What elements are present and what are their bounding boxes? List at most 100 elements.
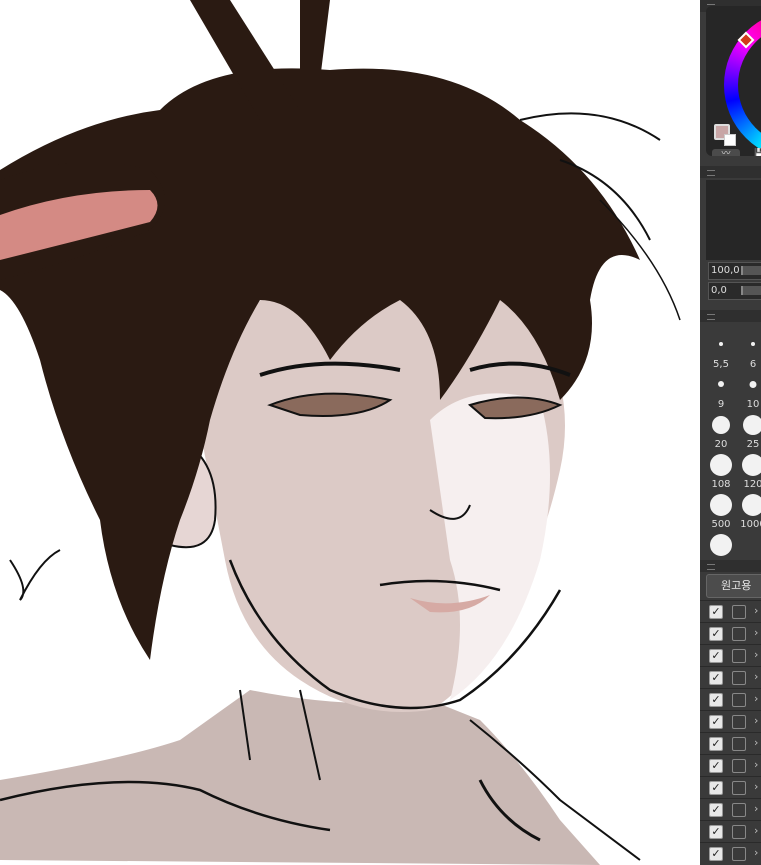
layer-row[interactable]: ✓ › <box>700 644 761 667</box>
layer-expand-icon[interactable]: › <box>754 714 758 727</box>
opacity-value[interactable]: 100,0 <box>711 263 740 279</box>
layer-expand-icon[interactable]: › <box>754 604 758 617</box>
brush-size-label: 1000 <box>740 519 761 530</box>
layer-lock-checkbox[interactable] <box>732 803 746 817</box>
layer-visibility-checkbox[interactable]: ✓ <box>709 803 723 817</box>
layer-lock-checkbox[interactable] <box>732 605 746 619</box>
layer-row[interactable]: ✓ › <box>700 666 761 689</box>
opacity-slider[interactable]: 100,0 <box>708 262 761 280</box>
brush-size-option[interactable] <box>706 530 736 556</box>
brush-size-option[interactable]: 25 <box>738 410 761 450</box>
layer-visibility-checkbox[interactable]: ✓ <box>709 693 723 707</box>
brush-dot-icon <box>742 494 761 516</box>
brush-dot-icon <box>710 494 732 516</box>
drawing-canvas[interactable] <box>0 0 700 865</box>
layer-visibility-checkbox[interactable]: ✓ <box>709 847 723 861</box>
layer-lock-checkbox[interactable] <box>732 781 746 795</box>
layer-row[interactable]: ✓ › <box>700 622 761 645</box>
color-mode-button[interactable]: 〰 <box>712 149 740 156</box>
layer-folder-button[interactable]: 원고용 <box>706 574 761 598</box>
layer-row[interactable]: ✓ › <box>700 798 761 821</box>
layer-lock-checkbox[interactable] <box>732 847 746 861</box>
layer-visibility-checkbox[interactable]: ✓ <box>709 759 723 773</box>
sub-color-swatch[interactable] <box>724 134 736 146</box>
layer-expand-icon[interactable]: › <box>754 736 758 749</box>
brush-size-option[interactable]: 108 <box>706 450 736 490</box>
brush-size-option[interactable]: 20 <box>706 410 736 450</box>
layer-row[interactable]: ✓ › <box>700 754 761 777</box>
layer-expand-icon[interactable]: › <box>754 670 758 683</box>
grip-icon[interactable] <box>707 170 715 176</box>
brush-dot-icon <box>718 381 724 387</box>
rotation-slider[interactable]: 0,0 <box>708 282 761 300</box>
layer-visibility-checkbox[interactable]: ✓ <box>709 627 723 641</box>
navigator-preview[interactable] <box>706 180 761 260</box>
layer-visibility-checkbox[interactable]: ✓ <box>709 649 723 663</box>
layer-lock-checkbox[interactable] <box>732 759 746 773</box>
layer-lock-checkbox[interactable] <box>732 693 746 707</box>
layer-expand-icon[interactable]: › <box>754 648 758 661</box>
layer-visibility-checkbox[interactable]: ✓ <box>709 737 723 751</box>
layer-row[interactable]: ✓ › <box>700 842 761 865</box>
brush-size-label: 20 <box>714 439 728 450</box>
brush-dot-icon <box>742 454 761 476</box>
brush-dot-icon <box>749 381 757 388</box>
brush-dot-icon <box>751 342 755 346</box>
brush-size-option[interactable]: 5,5 <box>706 330 736 370</box>
layer-lock-checkbox[interactable] <box>732 715 746 729</box>
grip-icon[interactable] <box>707 564 715 570</box>
layer-row[interactable]: ✓ › <box>700 600 761 623</box>
brush-size-option[interactable]: 9 <box>706 370 736 410</box>
brush-dot-icon <box>719 342 723 346</box>
brush-size-label: 25 <box>746 439 760 450</box>
layer-expand-icon[interactable]: › <box>754 780 758 793</box>
brush-size-label: 500 <box>711 519 731 530</box>
layer-lock-checkbox[interactable] <box>732 627 746 641</box>
layer-row[interactable]: ✓ › <box>700 732 761 755</box>
brush-size-label: 5,5 <box>713 359 729 370</box>
brush-size-label: 120 <box>743 479 761 490</box>
layer-lock-checkbox[interactable] <box>732 825 746 839</box>
brush-size-option[interactable]: 120 <box>738 450 761 490</box>
rotation-value[interactable]: 0,0 <box>711 283 727 299</box>
color-wheel-panel: 〰 💾 <box>706 6 761 156</box>
layer-row[interactable]: ✓ › <box>700 688 761 711</box>
layer-lock-checkbox[interactable] <box>732 649 746 663</box>
navigator-panel-header[interactable] <box>700 166 761 178</box>
brush-dot-icon <box>710 454 732 476</box>
layer-visibility-checkbox[interactable]: ✓ <box>709 825 723 839</box>
opacity-track[interactable] <box>741 266 761 275</box>
layer-panel-header[interactable] <box>700 560 761 572</box>
layer-row[interactable]: ✓ › <box>700 776 761 799</box>
layer-lock-checkbox[interactable] <box>732 671 746 685</box>
brush-dot-icon <box>743 415 761 435</box>
layer-expand-icon[interactable]: › <box>754 802 758 815</box>
brush-size-option[interactable]: 1000 <box>738 490 761 530</box>
brush-size-option[interactable]: 10 <box>738 370 761 410</box>
brush-size-label: 9 <box>717 399 725 410</box>
layer-expand-icon[interactable]: › <box>754 846 758 859</box>
brush-dot-icon <box>712 416 730 434</box>
brush-size-option[interactable]: 500 <box>706 490 736 530</box>
rotation-track[interactable] <box>741 286 761 295</box>
layer-visibility-checkbox[interactable]: ✓ <box>709 671 723 685</box>
layer-lock-checkbox[interactable] <box>732 737 746 751</box>
artwork-illustration <box>0 0 681 865</box>
layer-expand-icon[interactable]: › <box>754 758 758 771</box>
brush-size-label: 10 <box>746 399 760 410</box>
grip-icon[interactable] <box>707 314 715 320</box>
layer-expand-icon[interactable]: › <box>754 824 758 837</box>
layer-expand-icon[interactable]: › <box>754 692 758 705</box>
brush-size-option[interactable]: 6 <box>738 330 761 370</box>
layer-visibility-checkbox[interactable]: ✓ <box>709 715 723 729</box>
layer-expand-icon[interactable]: › <box>754 626 758 639</box>
brush-size-label: 108 <box>711 479 731 490</box>
layer-visibility-checkbox[interactable]: ✓ <box>709 781 723 795</box>
brush-size-panel-header[interactable] <box>700 310 761 322</box>
save-icon[interactable]: 💾 <box>754 149 761 156</box>
layer-row[interactable]: ✓ › <box>700 710 761 733</box>
brush-dot-icon <box>710 534 732 556</box>
layer-row[interactable]: ✓ › <box>700 820 761 843</box>
layer-visibility-checkbox[interactable]: ✓ <box>709 605 723 619</box>
tool-panel: 〰 💾 100,0 0,0 5,5 6 9 10 20 25 108 120 5… <box>700 0 761 865</box>
